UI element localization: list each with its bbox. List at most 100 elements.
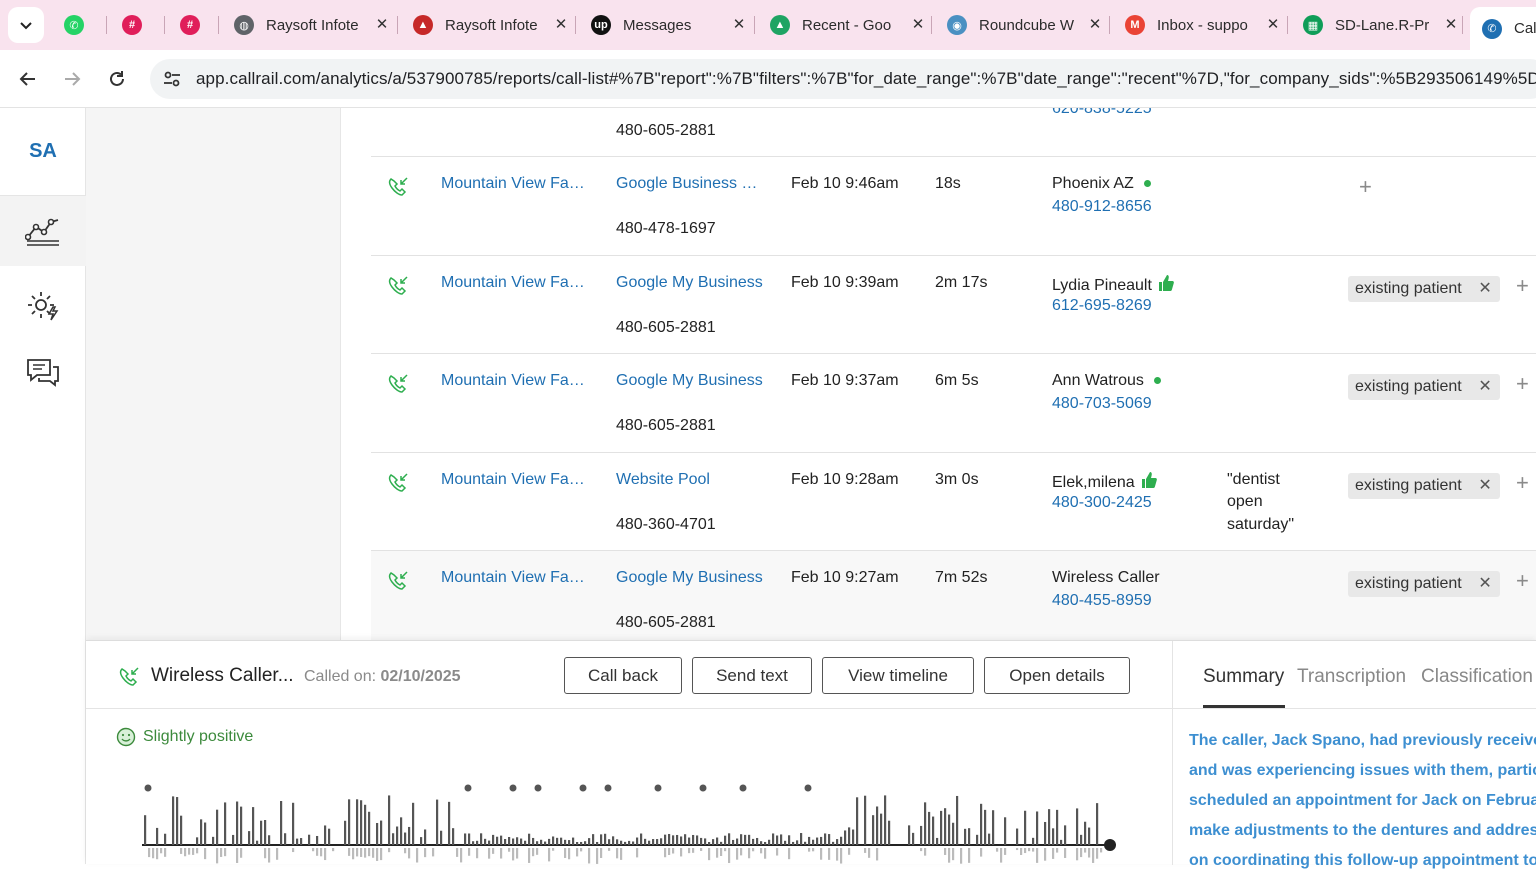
waveform-bar <box>648 840 651 845</box>
waveform-bar-secondary <box>664 848 667 858</box>
waveform-bar <box>856 797 859 845</box>
remove-tag-icon[interactable]: ✕ <box>1478 473 1491 499</box>
source-link[interactable]: Google My Business <box>616 274 763 292</box>
site-settings-icon[interactable] <box>162 69 182 89</box>
remove-tag-icon[interactable]: ✕ <box>1478 276 1491 302</box>
status-dot-icon <box>1153 377 1161 385</box>
waveform-bar <box>876 806 879 845</box>
company-link[interactable]: Mountain View Fa… <box>441 471 585 489</box>
speaker-marker <box>534 784 542 792</box>
close-tab-icon[interactable]: ✕ <box>1263 15 1283 35</box>
waveform-bar <box>676 834 679 845</box>
add-tag-icon[interactable]: + <box>1516 568 1529 594</box>
partial-row-caller-phone[interactable]: 620-838-5225 <box>1052 108 1152 118</box>
source-link[interactable]: Google My Business <box>616 372 763 390</box>
waveform-bar <box>144 815 147 845</box>
waveform-bar-secondary <box>184 848 187 857</box>
browser-tab[interactable]: up Messages ✕ <box>583 7 749 43</box>
waveform-bar-secondary <box>924 848 927 856</box>
close-tab-icon[interactable]: ✕ <box>551 15 571 35</box>
waveform-bar <box>824 833 827 845</box>
tracking-number: 480-478-1697 <box>616 220 716 237</box>
waveform-bar <box>368 811 371 845</box>
waveform-bar <box>496 836 499 845</box>
call-row[interactable]: Mountain View Fa… Google Business … 480-47… <box>371 156 1536 254</box>
waveform-bar-secondary <box>388 848 391 853</box>
close-tab-icon[interactable]: ✕ <box>1085 15 1105 35</box>
tag-chip[interactable]: existing patient ✕ <box>1348 472 1500 499</box>
caller-name: Wireless Caller... <box>151 665 294 686</box>
tag-chip[interactable]: existing patient ✕ <box>1348 571 1500 597</box>
forward-button[interactable] <box>56 63 88 95</box>
caller-phone[interactable]: 480-912-8656 <box>1052 198 1152 216</box>
browser-tab[interactable]: ✆ Call <box>1470 7 1536 50</box>
waveform-bar <box>980 803 983 845</box>
source-link[interactable]: Google Business … <box>616 175 757 193</box>
caller-phone[interactable]: 480-703-5069 <box>1052 395 1152 413</box>
call-audio-waveform[interactable] <box>142 781 1117 865</box>
call-back-button[interactable]: Call back <box>564 657 682 694</box>
browser-tab[interactable]: ▦ SD-Lane.R-Pr ✕ <box>1295 7 1461 43</box>
company-link[interactable]: Mountain View Fa… <box>441 569 585 587</box>
add-tag-icon[interactable]: + <box>1359 174 1372 200</box>
tab-summary[interactable]: Summary <box>1203 666 1284 688</box>
tab-classification[interactable]: Classification <box>1421 666 1533 688</box>
call-row[interactable]: Mountain View Fa… Google My Business 480-6… <box>371 550 1536 640</box>
open-details-button[interactable]: Open details <box>984 657 1130 694</box>
add-tag-icon[interactable]: + <box>1516 371 1529 397</box>
view-timeline-button[interactable]: View timeline <box>822 657 974 694</box>
waveform-bar <box>348 799 351 845</box>
browser-tab[interactable]: ▲ Recent - Goo ✕ <box>762 7 928 43</box>
browser-tab[interactable]: # <box>172 7 212 43</box>
source-link[interactable]: Website Pool <box>616 471 710 489</box>
nav-conversations[interactable] <box>0 338 86 408</box>
nav-settings[interactable] <box>0 270 86 340</box>
add-tag-icon[interactable]: + <box>1516 470 1529 496</box>
call-row[interactable]: Mountain View Fa… Google My Business 480-6… <box>371 353 1536 451</box>
browser-tab[interactable]: ◍ Raysoft Infote ✕ <box>226 7 392 43</box>
waveform-bar <box>488 840 491 845</box>
browser-tab[interactable]: ◉ Roundcube W ✕ <box>939 7 1105 43</box>
waveform-bar <box>516 837 519 845</box>
reload-button[interactable] <box>101 63 133 95</box>
nav-analytics[interactable] <box>0 196 86 266</box>
thumbs-up-icon <box>1158 274 1174 297</box>
browser-tab[interactable]: ✆ <box>56 7 96 43</box>
caller-phone[interactable]: 612-695-8269 <box>1052 297 1152 315</box>
caller-phone[interactable]: 480-300-2425 <box>1052 494 1152 512</box>
call-row[interactable]: Mountain View Fa… Website Pool 480-360-470… <box>371 451 1536 550</box>
waveform-bar <box>672 835 675 845</box>
back-button[interactable] <box>12 63 44 95</box>
call-row[interactable]: Mountain View Fa… Google My Business 480-6… <box>371 254 1536 353</box>
close-tab-icon[interactable]: ✕ <box>372 15 392 35</box>
add-tag-icon[interactable]: + <box>1516 273 1529 299</box>
tag-chip[interactable]: existing patient ✕ <box>1348 374 1500 400</box>
waveform-bar <box>472 841 475 845</box>
waveform-bar <box>956 795 959 845</box>
source-link[interactable]: Google My Business <box>616 569 763 587</box>
waveform-bar <box>828 834 831 845</box>
close-tab-icon[interactable]: ✕ <box>729 15 749 35</box>
browser-tab[interactable]: M Inbox - suppo ✕ <box>1117 7 1283 43</box>
remove-tag-icon[interactable]: ✕ <box>1478 571 1491 597</box>
waveform-bar-secondary <box>952 848 955 861</box>
company-link[interactable]: Mountain View Fa… <box>441 274 585 292</box>
waveform-bar <box>1056 809 1059 845</box>
close-tab-icon[interactable]: ✕ <box>1441 15 1461 35</box>
company-link[interactable]: Mountain View Fa… <box>441 175 585 193</box>
company-link[interactable]: Mountain View Fa… <box>441 372 585 390</box>
account-avatar[interactable]: SA <box>0 108 86 196</box>
remove-tag-icon[interactable]: ✕ <box>1478 374 1491 400</box>
waveform-bar <box>1088 827 1091 845</box>
send-text-button[interactable]: Send text <box>692 657 812 694</box>
tab-search-button[interactable] <box>8 7 44 43</box>
waveform-bar-secondary <box>492 848 495 854</box>
tag-chip[interactable]: existing patient ✕ <box>1348 275 1500 302</box>
caller-phone[interactable]: 480-455-8959 <box>1052 592 1152 610</box>
close-tab-icon[interactable]: ✕ <box>908 15 928 35</box>
browser-tab[interactable]: # <box>114 7 154 43</box>
tab-transcription[interactable]: Transcription <box>1297 666 1406 688</box>
url-field[interactable]: app.callrail.com/analytics/a/537900785/r… <box>150 59 1536 99</box>
roundcube-icon: ◉ <box>947 15 967 35</box>
browser-tab[interactable]: ▲ Raysoft Infote ✕ <box>405 7 571 43</box>
